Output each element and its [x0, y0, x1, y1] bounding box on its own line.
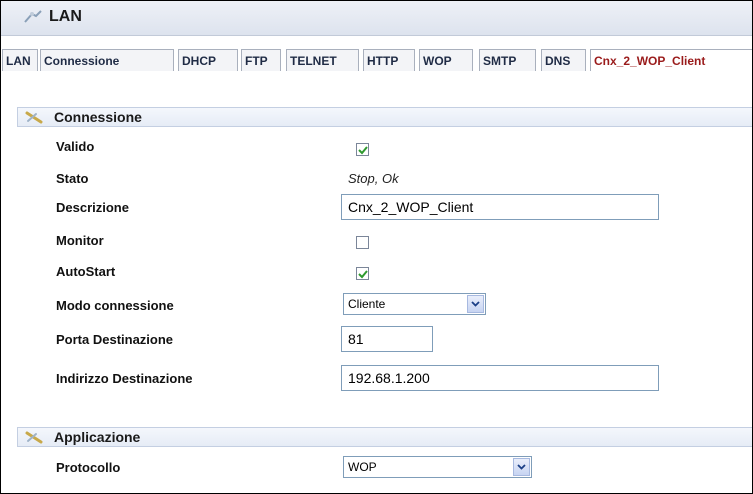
main-window: LAN LAN Connessione DHCP FTP TELNET HTTP…: [0, 0, 753, 494]
tab-dns[interactable]: DNS: [541, 49, 586, 71]
stato-label: Stato: [56, 171, 89, 186]
tab-smtp[interactable]: SMTP: [479, 49, 536, 71]
monitor-label: Monitor: [56, 233, 104, 248]
chevron-down-icon[interactable]: [467, 295, 484, 313]
modo-connessione-select[interactable]: Cliente: [343, 293, 486, 315]
tab-bar: LAN Connessione DHCP FTP TELNET HTTP WOP…: [1, 49, 752, 73]
protocollo-value: WOP: [348, 460, 377, 474]
section-header-applicazione: Applicazione: [17, 427, 752, 447]
section-title: Connessione: [54, 109, 142, 125]
tab-lan[interactable]: LAN: [2, 49, 38, 71]
porta-destinazione-input[interactable]: 81: [341, 326, 433, 352]
network-icon: [23, 10, 43, 24]
descrizione-input[interactable]: Cnx_2_WOP_Client: [341, 194, 659, 220]
title-bar: LAN: [1, 1, 752, 36]
tab-http[interactable]: HTTP: [363, 49, 415, 71]
tab-ftp[interactable]: FTP: [241, 49, 281, 71]
tab-dhcp[interactable]: DHCP: [178, 49, 238, 71]
wrench-icon: [25, 431, 43, 444]
protocollo-select[interactable]: WOP: [343, 456, 532, 478]
tab-cnx-2-wop-client[interactable]: Cnx_2_WOP_Client: [590, 49, 752, 71]
wrench-icon: [25, 111, 43, 124]
valido-checkbox[interactable]: [356, 143, 369, 156]
indirizzo-destinazione-input[interactable]: 192.68.1.200: [341, 365, 659, 391]
descrizione-label: Descrizione: [56, 200, 129, 215]
autostart-label: AutoStart: [56, 264, 116, 279]
indirizzo-destinazione-label: Indirizzo Destinazione: [56, 371, 193, 386]
stato-value: Stop, Ok: [348, 171, 399, 186]
tab-wop[interactable]: WOP: [419, 49, 473, 71]
tab-connessione[interactable]: Connessione: [40, 49, 174, 71]
autostart-checkbox[interactable]: [356, 267, 369, 280]
section-header-connessione: Connessione: [17, 107, 752, 127]
valido-label: Valido: [56, 139, 95, 154]
section-title: Applicazione: [54, 429, 141, 445]
tab-telnet[interactable]: TELNET: [286, 49, 359, 71]
window-title: LAN: [49, 8, 82, 25]
protocollo-label: Protocollo: [56, 460, 121, 475]
chevron-down-icon[interactable]: [513, 458, 530, 476]
modo-connessione-value: Cliente: [348, 297, 386, 311]
porta-destinazione-label: Porta Destinazione: [56, 332, 174, 347]
monitor-checkbox[interactable]: [356, 236, 369, 249]
modo-connessione-label: Modo connessione: [56, 298, 174, 313]
